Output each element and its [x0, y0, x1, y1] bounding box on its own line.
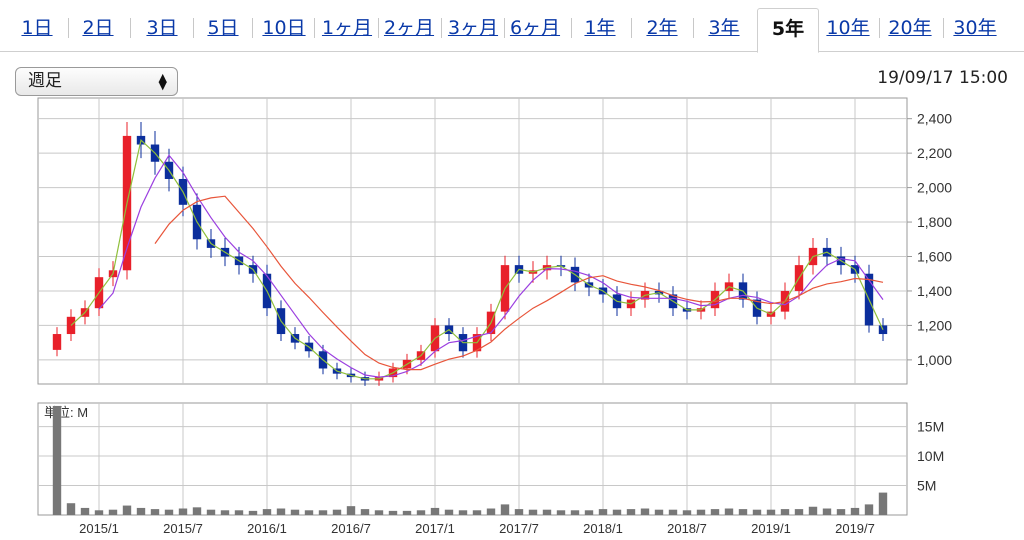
volume-bar [66, 503, 76, 515]
volume-bar [682, 510, 692, 515]
price-y-tick-label: 1,000 [917, 352, 952, 368]
price-y-tick-label: 1,400 [917, 283, 952, 299]
volume-bar [878, 492, 888, 515]
volume-bar [696, 509, 706, 515]
x-tick-label: 2016/1 [247, 521, 287, 536]
x-tick-label: 2016/7 [331, 521, 371, 536]
volume-bar [94, 510, 104, 515]
volume-bar [724, 508, 734, 515]
volume-bar [864, 504, 874, 515]
volume-bar [122, 505, 132, 515]
volume-bar [220, 510, 230, 515]
volume-bar [668, 509, 678, 515]
x-tick-label: 2019/1 [751, 521, 791, 536]
volume-bar [192, 507, 202, 515]
price-y-tick-label: 2,200 [917, 145, 952, 161]
volume-bar [766, 509, 776, 515]
volume-bar [654, 509, 664, 515]
volume-bar [276, 508, 286, 515]
price-plot-frame [37, 97, 908, 385]
volume-bar [318, 510, 328, 515]
volume-bar [332, 509, 342, 515]
price-y-tick-label: 1,800 [917, 214, 952, 230]
volume-bar [472, 510, 482, 515]
volume-bar [850, 507, 860, 515]
candle-body [66, 316, 76, 335]
price-y-tick-label: 1,200 [917, 317, 952, 333]
volume-bar [430, 507, 440, 515]
x-tick-label: 2017/1 [415, 521, 455, 536]
volume-bar [528, 509, 538, 515]
volume-bar [612, 509, 622, 515]
volume-bar [514, 509, 524, 515]
volume-bar [808, 506, 818, 515]
volume-bar [626, 509, 636, 515]
volume-bar [794, 509, 804, 515]
volume-bar [542, 509, 552, 515]
volume-bar [416, 510, 426, 515]
volume-bar [752, 509, 762, 515]
volume-bar [80, 507, 90, 515]
price-y-tick-label: 2,000 [917, 180, 952, 196]
volume-bar [640, 508, 650, 515]
volume-bar [556, 510, 566, 515]
volume-bar [374, 510, 384, 515]
volume-bar [710, 509, 720, 515]
volume-bar [570, 510, 580, 515]
volume-y-tick-label: 5M [917, 478, 936, 494]
volume-bar [836, 509, 846, 515]
volume-bar [822, 508, 832, 515]
volume-bar [486, 508, 496, 515]
volume-bar [346, 506, 356, 515]
price-y-tick-label: 2,400 [917, 111, 952, 127]
volume-bar [402, 510, 412, 515]
volume-bar [178, 508, 188, 515]
volume-bar [290, 509, 300, 515]
volume-bar [52, 405, 62, 515]
volume-bar [500, 504, 510, 515]
x-tick-label: 2018/1 [583, 521, 623, 536]
volume-bar [444, 509, 454, 515]
x-tick-label: 2018/7 [667, 521, 707, 536]
volume-bar [388, 510, 398, 515]
volume-bar [738, 509, 748, 515]
volume-bar [584, 510, 594, 515]
volume-bar [780, 509, 790, 515]
volume-bar [108, 509, 118, 515]
candle-body [52, 334, 62, 350]
price-y-tick-label: 1,600 [917, 249, 952, 265]
candle-body [878, 325, 888, 335]
volume-bar [262, 509, 272, 515]
volume-bar [164, 509, 174, 515]
volume-bar [234, 510, 244, 515]
x-tick-label: 2015/7 [163, 521, 203, 536]
x-tick-label: 2015/1 [79, 521, 119, 536]
moving-average-line [98, 154, 884, 378]
volume-bar [360, 509, 370, 515]
volume-bar [304, 510, 314, 515]
moving-average-line [70, 139, 884, 380]
x-tick-label: 2019/7 [835, 521, 875, 536]
x-tick-label: 2017/7 [499, 521, 539, 536]
volume-y-tick-label: 15M [917, 419, 944, 435]
volume-bar [206, 509, 216, 515]
volume-bar [248, 510, 258, 515]
volume-y-tick-label: 10M [917, 448, 944, 464]
volume-bar [136, 507, 146, 515]
stock-chart: 2015/1 2015/7 2016/1 2016/7 2017/1 2017/7 2018… [37, 97, 952, 536]
volume-bar [458, 510, 468, 515]
volume-bar [150, 509, 160, 515]
volume-plot-frame [37, 402, 908, 516]
volume-unit-label: 単位: M [44, 405, 88, 420]
volume-bar [598, 509, 608, 515]
